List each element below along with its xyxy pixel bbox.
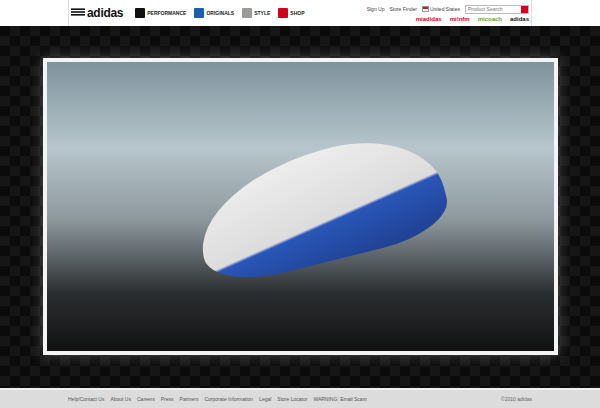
footer-link[interactable]: Careers [137,396,155,402]
utility-link[interactable]: Store Finder [389,6,417,12]
footer: Help/Contact Us About Us Careers Press Partn… [0,388,600,408]
hero-stage [0,26,600,388]
nav-icon [135,8,145,18]
sub-brand-link[interactable]: micoach [478,16,502,22]
utility-link[interactable]: United States [422,6,460,12]
footer-link[interactable]: Help/Contact Us [68,396,104,402]
footer-link[interactable]: About Us [110,396,131,402]
shoe-photo[interactable] [47,62,554,351]
copyright: ©2010 adidas [501,396,532,402]
nav-icon [194,8,204,18]
nav-item[interactable]: ORIGINALS [194,8,234,18]
nav-item[interactable]: SHOP [278,8,304,18]
hero-frame [43,58,558,355]
utility-area: Sign Up Store Finder United States Product … [367,5,529,22]
search-arrow-icon[interactable] [521,6,528,13]
footer-link[interactable]: Press [161,396,174,402]
three-stripes-icon [71,8,85,18]
footer-link[interactable]: WARNING: Email Scam [313,396,366,402]
us-flag-icon [422,6,429,12]
nav-item[interactable]: PERFORMANCE [135,8,186,18]
sub-brand-link[interactable]: miadidas [416,16,442,22]
footer-link[interactable]: Legal [259,396,271,402]
adidas-logo[interactable]: adidas [71,6,123,20]
shoe-shape [185,123,454,290]
footer-link[interactable]: Partners [180,396,199,402]
footer-link[interactable]: Corporate Information [204,396,253,402]
nav-item[interactable]: STYLE [242,8,270,18]
main-nav: adidas PERFORMANCE ORIGINALS STYLE SHOP [71,6,304,20]
footer-link[interactable]: Store Locator [277,396,307,402]
sub-brand-link[interactable]: mi!nfm [450,16,470,22]
top-bar: adidas PERFORMANCE ORIGINALS STYLE SHOP Sign … [0,0,600,26]
nav-icon [242,8,252,18]
sub-brand-link[interactable]: adidas [510,16,529,22]
page: adidas PERFORMANCE ORIGINALS STYLE SHOP Sign … [0,0,600,408]
product-search-field[interactable]: Product Search [465,5,529,14]
utility-link[interactable]: Sign Up [367,6,385,12]
nav-icon [278,8,288,18]
